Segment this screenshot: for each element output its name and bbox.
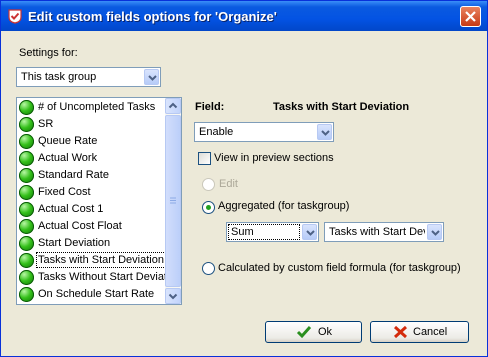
list-item[interactable]: Standard Rate: [17, 167, 165, 184]
close-button[interactable]: [460, 6, 481, 27]
settings-dropdown-button[interactable]: [144, 69, 159, 85]
list-item[interactable]: Queue Rate: [17, 133, 165, 150]
green-status-icon: [19, 151, 34, 166]
chevron-down-icon: [168, 293, 178, 300]
aggregate-function-dropdown[interactable]: Sum: [226, 222, 319, 242]
list-item-label: Queue Rate: [38, 135, 98, 147]
green-status-icon: [19, 134, 34, 149]
settings-for-label: Settings for:: [19, 47, 78, 59]
green-status-icon: [19, 236, 34, 251]
field-label: Field:: [195, 101, 225, 113]
list-item[interactable]: Tasks Without Start Deviation: [17, 269, 181, 286]
list-item-label: SR: [38, 118, 54, 130]
list-item-label: Tasks with Start Deviation: [36, 252, 166, 268]
close-icon: [465, 11, 476, 22]
list-item-label: Actual Cost 1: [38, 203, 104, 215]
ok-button-label: Ok: [318, 326, 333, 338]
list-item[interactable]: # of Uncompleted Tasks: [17, 99, 165, 116]
list-item[interactable]: Fixed Cost: [17, 184, 165, 201]
aggregated-radio[interactable]: [202, 201, 215, 214]
chevron-down-icon: [306, 230, 315, 236]
field-name: Tasks with Start Deviation: [273, 101, 410, 113]
chevron-up-icon: [168, 102, 178, 109]
cancel-button-label: Cancel: [413, 326, 448, 338]
settings-for-value: This task group: [21, 71, 97, 83]
list-item-label: Standard Rate: [38, 169, 109, 181]
field-mode-value: Enable: [199, 126, 234, 138]
field-mode-dropdown[interactable]: Enable: [194, 122, 334, 142]
chevron-down-icon: [431, 230, 440, 236]
scroll-thumb[interactable]: [165, 115, 181, 287]
cancel-x-icon: [393, 325, 408, 339]
dialog-window: Edit custom fields options for 'Organize…: [0, 0, 488, 357]
green-status-icon: [19, 219, 34, 234]
grip-icon: [170, 197, 176, 204]
list-item-label: Actual Work: [38, 152, 98, 164]
window-title: Edit custom fields options for 'Organize…: [28, 9, 277, 24]
green-status-icon: [19, 185, 34, 200]
green-status-icon: [19, 202, 34, 217]
checkmark-icon: [296, 326, 312, 339]
view-in-preview-checkbox[interactable]: [198, 152, 211, 165]
edit-radio-label: Edit: [219, 178, 238, 190]
list-item[interactable]: Start Deviation: [17, 235, 165, 252]
list-item[interactable]: Actual Cost 1: [17, 201, 165, 218]
settings-for-dropdown[interactable]: This task group: [16, 67, 161, 87]
list-item-label: Fixed Cost: [38, 186, 91, 198]
list-item-selected[interactable]: Tasks with Start Deviation: [17, 252, 166, 269]
formula-radio-label: Calculated by custom field formula (for …: [218, 262, 461, 274]
list-item[interactable]: Actual Work: [17, 150, 165, 167]
list-item[interactable]: SR: [17, 116, 165, 133]
chevron-down-icon: [321, 130, 330, 136]
green-status-icon: [19, 168, 34, 183]
list-item[interactable]: On Schedule Start Rate: [17, 286, 165, 303]
view-in-preview-label: View in preview sections: [214, 152, 334, 164]
formula-radio[interactable]: [202, 262, 215, 275]
aggregate-source-dropdown[interactable]: Tasks with Start Deviation: [324, 222, 444, 242]
cancel-button[interactable]: Cancel: [370, 321, 469, 343]
field-mode-dropdown-button[interactable]: [317, 124, 332, 140]
aggregate-function-value: Sum: [228, 224, 300, 240]
list-item-label: # of Uncompleted Tasks: [38, 101, 156, 113]
aggregate-function-dropdown-button[interactable]: [302, 224, 317, 240]
list-item[interactable]: Actual Cost Float: [17, 218, 165, 235]
list-item-label: Start Deviation: [38, 237, 111, 249]
list-item-label: On Schedule Start Rate: [38, 288, 155, 300]
green-status-icon: [19, 100, 34, 115]
custom-fields-list[interactable]: # of Uncompleted Tasks SR Queue Rate Act…: [16, 97, 182, 305]
edit-radio[interactable]: [202, 178, 215, 191]
green-status-icon: [19, 270, 34, 285]
aggregate-source-value: Tasks with Start Deviation: [329, 226, 425, 238]
list-item-label: Actual Cost Float: [38, 220, 122, 232]
scroll-down-button[interactable]: [165, 288, 181, 304]
title-bar: Edit custom fields options for 'Organize…: [1, 1, 487, 31]
list-item-label: Tasks Without Start Deviation: [38, 271, 182, 283]
app-check-icon: [8, 9, 22, 24]
green-status-icon: [19, 253, 34, 268]
list-scrollbar[interactable]: [165, 98, 181, 304]
aggregated-radio-label: Aggregated (for taskgroup): [218, 200, 350, 212]
green-status-icon: [19, 117, 34, 132]
green-status-icon: [19, 287, 34, 302]
ok-button[interactable]: Ok: [265, 321, 362, 343]
aggregate-source-dropdown-button[interactable]: [427, 224, 442, 240]
chevron-down-icon: [148, 75, 157, 81]
scroll-up-button[interactable]: [165, 98, 181, 114]
